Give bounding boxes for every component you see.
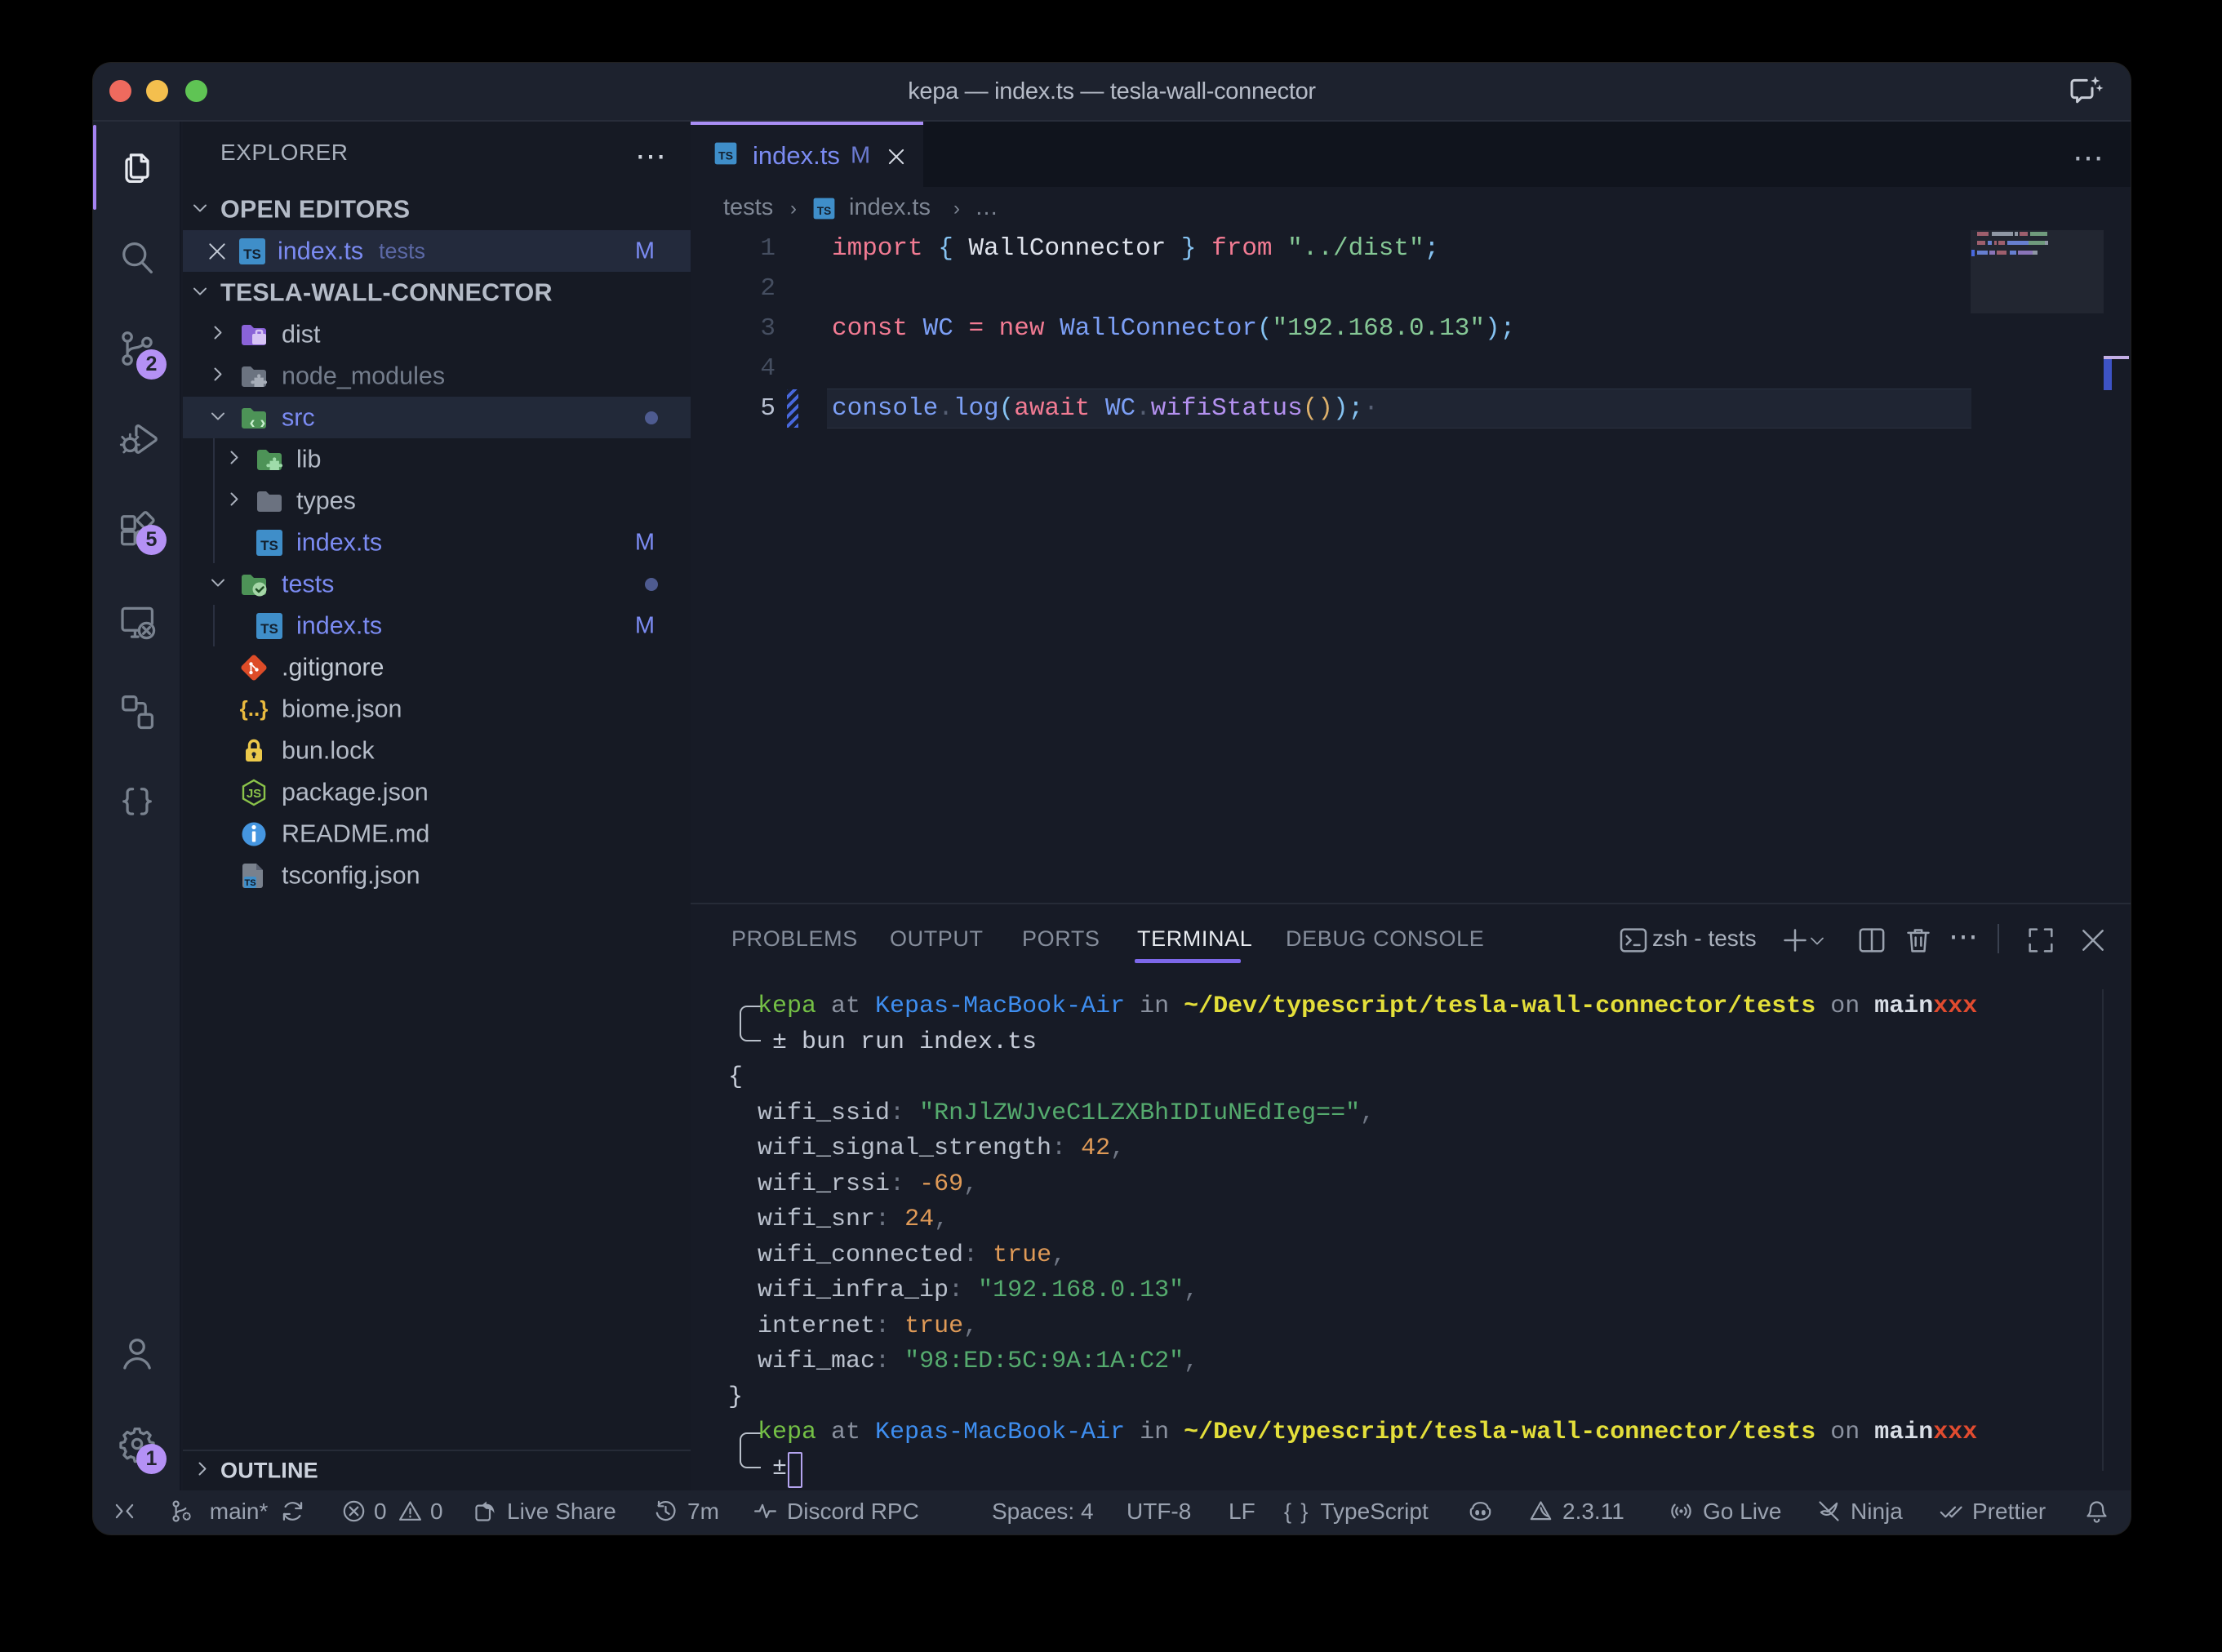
- svg-text:TS: TS: [243, 246, 261, 262]
- svg-text:{..}: {..}: [240, 696, 269, 721]
- svg-text:TS: TS: [718, 150, 733, 163]
- svg-text:TS: TS: [817, 205, 832, 217]
- svg-text:TS: TS: [260, 538, 278, 553]
- svg-text:TS: TS: [244, 878, 256, 888]
- svg-text:‹›: ‹›: [247, 415, 268, 433]
- svg-text:TS: TS: [260, 621, 278, 637]
- svg-text:JS: JS: [247, 787, 261, 801]
